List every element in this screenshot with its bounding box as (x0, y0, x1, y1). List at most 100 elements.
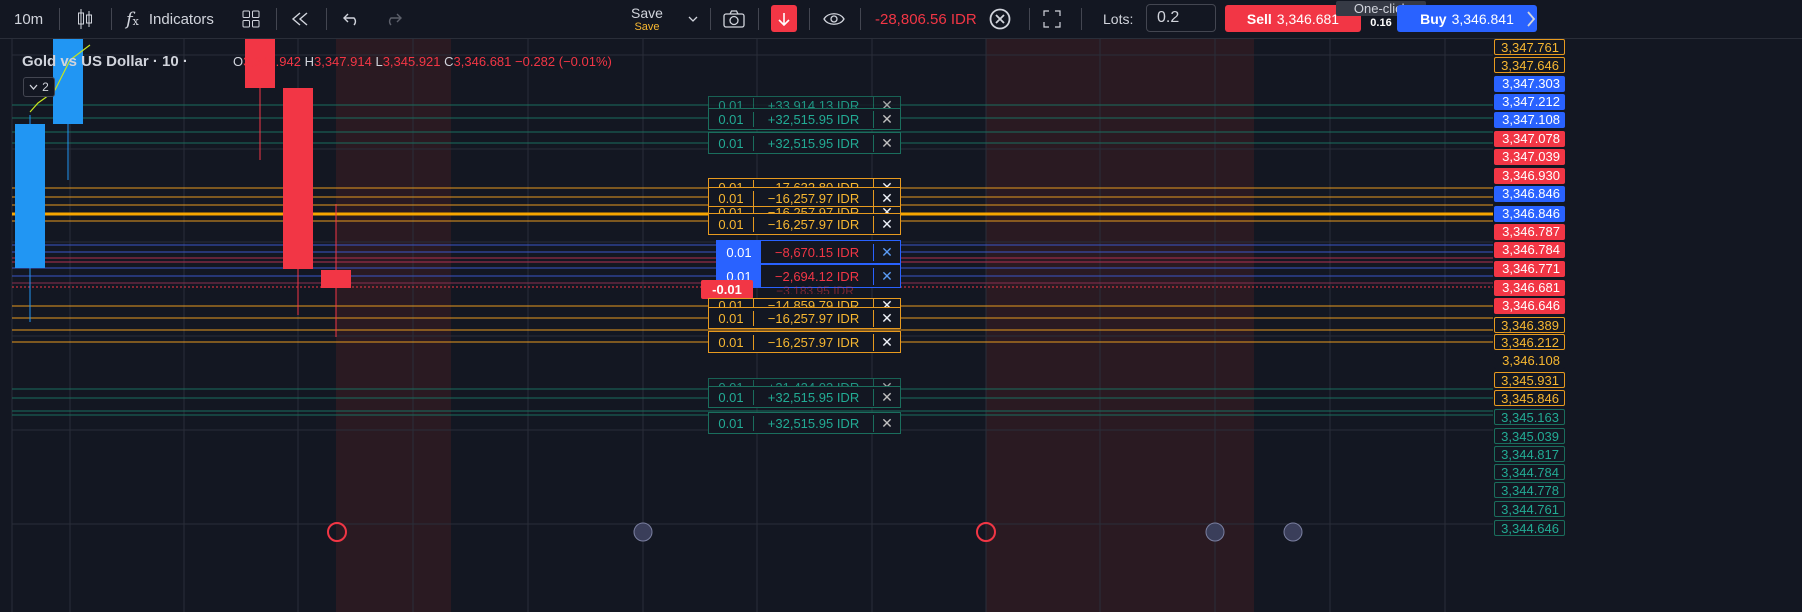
price-scale-label: 3,347.108 (1494, 112, 1565, 128)
undo-icon[interactable] (343, 0, 361, 38)
buy-label: Buy (1420, 10, 1447, 27)
event-marker-icon[interactable] (633, 522, 653, 542)
price-scale-label: 3,347.078 (1494, 131, 1565, 147)
ohlc-high: 3,347.914 (313, 54, 372, 69)
stop-loss-order[interactable]: 0.01 −16,257.97 IDR ✕ (708, 331, 901, 353)
toolbar-divider (1081, 8, 1082, 30)
fullscreen-icon[interactable] (1043, 0, 1061, 38)
price-scale-label: 3,345.039 (1494, 428, 1565, 444)
sell-arrow-button[interactable] (771, 5, 797, 32)
order-qty: 0.01 (709, 190, 754, 206)
layout-grid-icon[interactable] (242, 0, 260, 38)
event-marker-icon[interactable] (1205, 522, 1225, 542)
price-scale-label: 3,346.846 (1494, 186, 1565, 202)
toolbar-divider (111, 8, 112, 30)
stop-loss-order[interactable]: 0.01 −16,257.97 IDR ✕ (708, 307, 901, 329)
order-qty: 0.01 (709, 216, 754, 232)
order-pl: −16,257.97 IDR (767, 190, 860, 206)
take-profit-order[interactable]: 0.01 +32,515.95 IDR ✕ (708, 132, 901, 154)
order-qty: 0.01 (709, 310, 754, 326)
close-all-icon[interactable] (989, 0, 1011, 38)
ohlc-open: 3,346.942 (243, 54, 301, 69)
order-pl: −8,670.15 IDR (774, 244, 860, 260)
price-scale-label: 3,344.761 (1494, 501, 1565, 517)
candle-down (283, 88, 313, 315)
order-pl: −16,257.97 IDR (767, 216, 860, 232)
order-qty: 0.01 (709, 111, 754, 127)
symbol-title[interactable]: Gold vs US Dollar · 10 · (22, 53, 188, 70)
toolbar-divider (710, 8, 711, 30)
close-order-icon[interactable]: ✕ (873, 414, 900, 432)
price-scale-label: 3,344.817 (1494, 446, 1565, 462)
close-order-icon[interactable]: ✕ (873, 267, 900, 285)
position-ghost-pl: −3,183.95 IDR (776, 284, 854, 294)
indicators-button[interactable]: fx Indicators (126, 0, 214, 38)
price-scale-label: 3,346.108 (1494, 353, 1565, 369)
price-scale-label: 3,346.787 (1494, 224, 1565, 240)
order-pl: −2,694.12 IDR (774, 268, 860, 284)
net-position-tag[interactable]: -0.01 (701, 280, 753, 299)
take-profit-order[interactable]: 0.01 +32,515.95 IDR ✕ (708, 108, 901, 130)
close-order-icon[interactable]: ✕ (873, 333, 900, 351)
lots-input[interactable] (1146, 4, 1216, 32)
ohlc-change: −0.282 (−0.01%) (515, 54, 612, 69)
one-click-toggle[interactable]: One-click 0.16 (1336, 0, 1426, 36)
position-order[interactable]: 0.01 −8,670.15 IDR ✕ (716, 240, 901, 264)
price-scale-label: 3,347.761 (1494, 39, 1565, 55)
open-pnl: -28,806.56 IDR (875, 0, 977, 38)
price-scale-label: 3,344.778 (1494, 482, 1565, 498)
price-scale-label: 3,347.212 (1494, 94, 1565, 110)
close-order-icon[interactable]: ✕ (873, 215, 900, 233)
save-label: Save (631, 4, 663, 21)
indicators-collapse-button[interactable]: 2 (23, 77, 55, 97)
save-button[interactable]: Save Save (624, 0, 670, 38)
close-order-icon[interactable]: ✕ (873, 388, 900, 406)
candles-icon[interactable] (75, 0, 95, 38)
event-marker-icon[interactable] (1283, 522, 1303, 542)
interval-button[interactable]: 10m (14, 0, 43, 38)
price-scale-label: 3,346.784 (1494, 242, 1565, 258)
close-order-icon[interactable]: ✕ (873, 189, 900, 207)
price-scale-label: 3,346.212 (1494, 334, 1565, 350)
replay-rewind-icon[interactable] (291, 0, 309, 38)
save-menu-chevron-icon[interactable] (688, 0, 698, 38)
ohlc-close: 3,346.681 (453, 54, 512, 69)
ohlc-l-label: L (375, 54, 383, 69)
toolbar-divider (860, 8, 861, 30)
spread-value: 0.16 (1370, 17, 1392, 29)
close-order-icon[interactable]: ✕ (873, 110, 900, 128)
price-scale-label: 3,345.931 (1494, 372, 1565, 388)
order-qty: 0.01 (709, 389, 754, 405)
camera-icon[interactable] (723, 0, 745, 38)
order-pl: +32,515.95 IDR (767, 111, 860, 127)
top-toolbar: 10m fx Indicators Save Save -28,806.56 I… (0, 0, 1802, 39)
stop-loss-order[interactable]: 0.01 −16,257.97 IDR ✕ (708, 213, 901, 235)
order-pl: +32,515.95 IDR (767, 389, 860, 405)
close-order-icon[interactable]: ✕ (873, 243, 900, 261)
ohlc-values: O3,346.942 H3,347.914 L3,345.921 C3,346.… (233, 54, 612, 69)
toolbar-divider (276, 8, 277, 30)
price-scale-label: 3,346.930 (1494, 168, 1565, 184)
take-profit-order[interactable]: 0.01 +32,515.95 IDR ✕ (708, 412, 901, 434)
order-qty: 0.01 (717, 241, 761, 263)
price-scale-label: 3,346.646 (1494, 298, 1565, 314)
buy-button[interactable]: Buy 3,346.841 (1397, 5, 1537, 32)
toolbar-divider (59, 8, 60, 30)
open-pnl-value: -28,806.56 IDR (875, 10, 977, 28)
chevron-right-icon[interactable] (1526, 0, 1536, 38)
ohlc-o-label: O (233, 54, 244, 69)
close-order-icon[interactable]: ✕ (873, 309, 900, 327)
price-scale-label: 3,347.646 (1494, 57, 1565, 73)
ohlc-c-label: C (444, 54, 454, 69)
price-scale-label: 3,345.163 (1494, 409, 1565, 425)
eye-icon[interactable] (823, 0, 845, 38)
take-profit-order[interactable]: 0.01 +32,515.95 IDR ✕ (708, 386, 901, 408)
ohlc-h-label: H (304, 54, 314, 69)
lots-label-text: Lots: (1103, 11, 1134, 27)
close-order-icon[interactable]: ✕ (873, 134, 900, 152)
price-scale-label: 3,347.039 (1494, 149, 1565, 165)
chevron-down-icon (29, 84, 38, 90)
redo-icon[interactable] (384, 0, 402, 38)
order-qty: 0.01 (709, 415, 754, 431)
sell-label: Sell (1246, 10, 1272, 27)
